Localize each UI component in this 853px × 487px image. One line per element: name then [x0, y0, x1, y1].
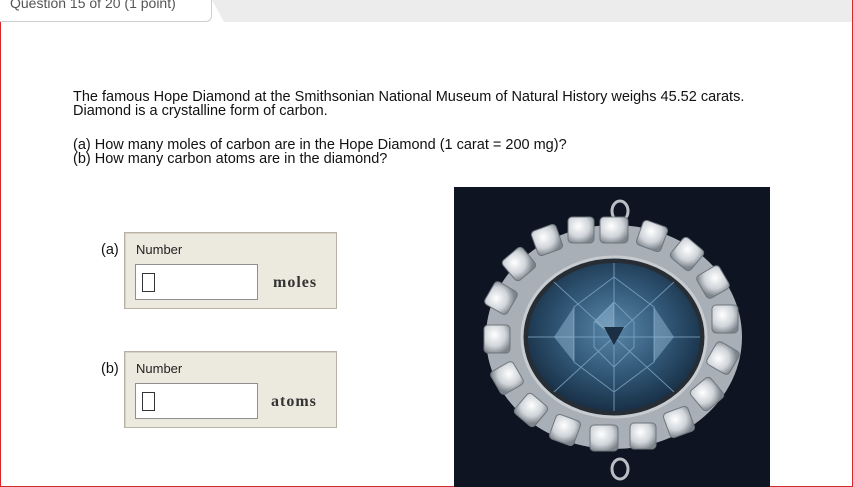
moles-unit: moles — [273, 274, 318, 291]
question-part-b: (b) How many carbon atoms are in the dia… — [73, 151, 388, 167]
question-text-line1: The famous Hope Diamond at the Smithsoni… — [73, 89, 745, 105]
moles-input[interactable] — [135, 264, 258, 300]
question-counter: Question 15 of 20 (1 point) — [10, 0, 176, 11]
question-part-a: (a) How many moles of carbon are in the … — [73, 137, 567, 153]
answer-box-b: Number atoms — [124, 351, 337, 428]
hope-diamond-illustration — [454, 187, 770, 487]
atoms-unit: atoms — [271, 393, 317, 410]
input-cursor-b — [142, 392, 155, 411]
atoms-input[interactable] — [135, 383, 258, 419]
tab-strip — [212, 0, 852, 22]
input-cursor-a — [142, 273, 155, 292]
part-a-label: (a) — [101, 242, 119, 258]
number-label-b: Number — [136, 361, 183, 376]
part-b-label: (b) — [101, 361, 119, 377]
answer-box-a: Number moles — [124, 232, 337, 309]
number-label-a: Number — [136, 242, 183, 257]
question-text-line2: Diamond is a crystalline form of carbon. — [73, 103, 328, 119]
question-tab: Question 15 of 20 (1 point) — [0, 0, 212, 22]
hope-diamond-photo — [454, 187, 770, 487]
